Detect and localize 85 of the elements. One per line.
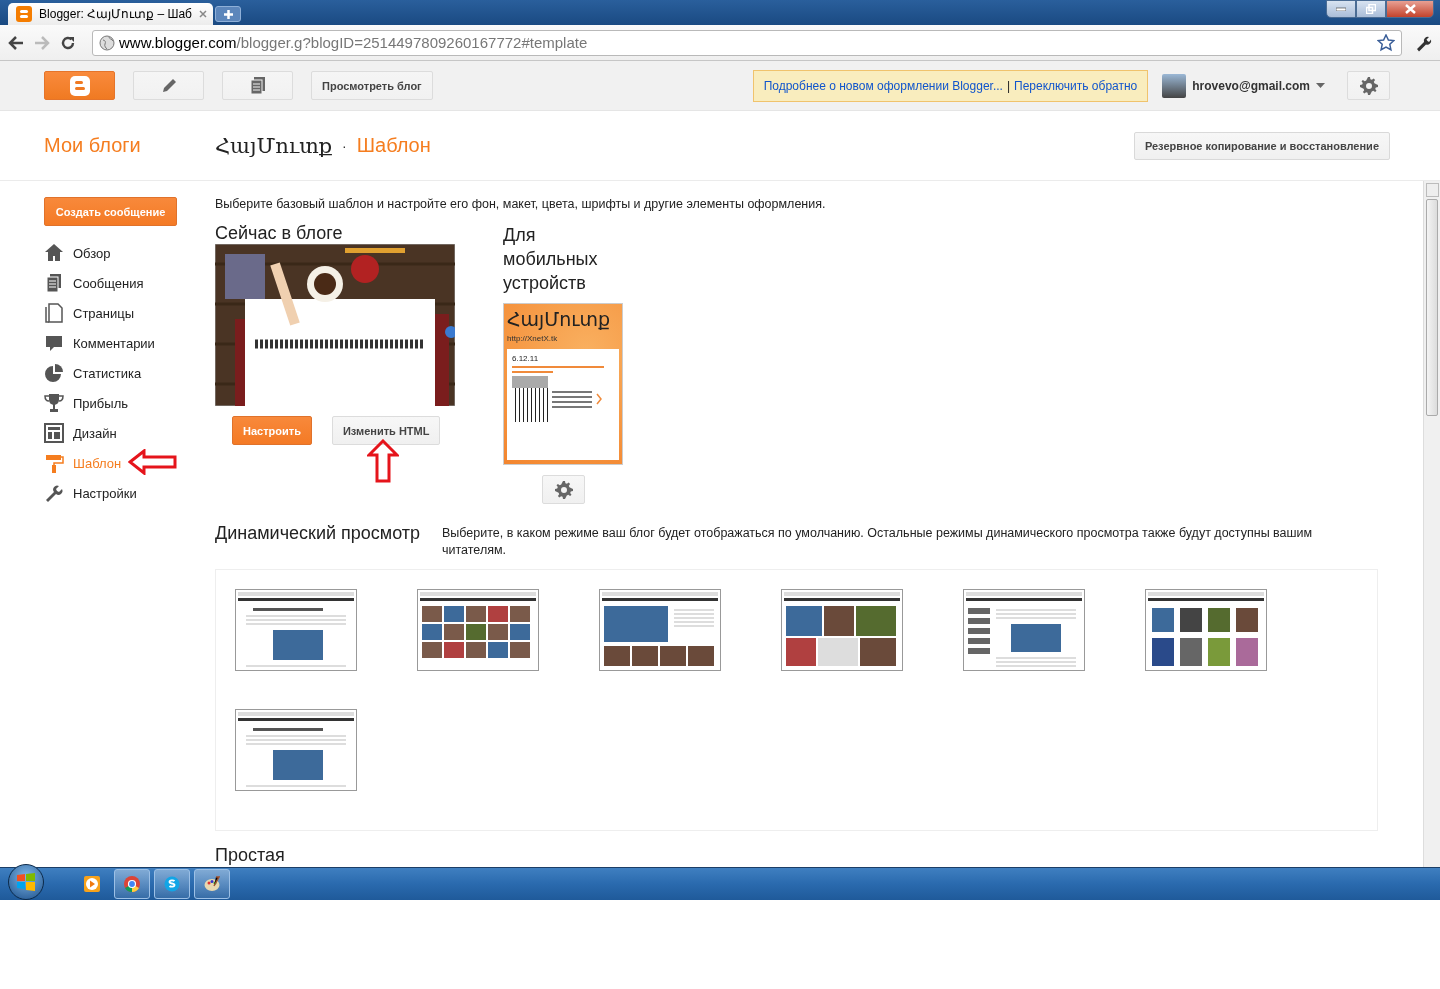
chat-s-logo-icon: [164, 876, 180, 892]
keyboard-picture: [512, 376, 548, 422]
start-button[interactable]: [8, 864, 44, 900]
template-thumbnail[interactable]: [417, 589, 539, 671]
section-heading: Сейчас в блоге: [215, 223, 344, 244]
speech-bubble-icon: [44, 333, 64, 353]
annotation-arrow-drawing: [367, 439, 399, 483]
back-arrow-icon: [8, 35, 24, 50]
edit-html-button[interactable]: Изменить HTML: [331, 416, 441, 445]
sidebar-item[interactable]: Страницы: [44, 298, 135, 328]
browser-tab[interactable]: Blogger: ՀայՄուտք – Шаб: [8, 3, 213, 25]
blog-name[interactable]: ՀայՄուտք: [215, 133, 333, 158]
paint-roller-icon: [44, 453, 64, 473]
home-icon: [44, 243, 64, 263]
play-icon: [84, 876, 100, 892]
mobile-settings-button[interactable]: [542, 475, 585, 504]
preview-date: 6.12.11: [512, 354, 540, 363]
section-heading: Простая: [215, 845, 286, 866]
template-thumbnail[interactable]: [599, 589, 721, 671]
preview-url: http://XnetX.tk: [507, 334, 559, 343]
close-button[interactable]: [1386, 0, 1434, 18]
backup-restore-button[interactable]: Резервное копирование и восстановление: [1133, 131, 1390, 160]
settings-icon: [1359, 76, 1378, 95]
annotation-arrow-drawing: [128, 449, 178, 475]
blogger-home-button[interactable]: [44, 71, 115, 100]
account-email[interactable]: hrovevo@gmail.com: [1192, 78, 1310, 93]
palette-icon: [204, 876, 220, 892]
plus-icon: [223, 9, 233, 19]
template-thumbnail[interactable]: [235, 589, 357, 671]
template-thumbnail[interactable]: [1145, 589, 1267, 671]
view-blog-button[interactable]: Просмотреть блог: [311, 71, 433, 100]
wrench-icon: [44, 483, 64, 503]
sidebar-item[interactable]: Комментарии: [44, 328, 155, 358]
settings-button[interactable]: [1347, 71, 1390, 100]
layout-icon: [44, 423, 64, 443]
caret-icon[interactable]: [1316, 83, 1325, 88]
sidebar-item[interactable]: Прибыль: [44, 388, 128, 418]
blogger-logo-icon: [16, 6, 32, 22]
trophy-icon: [44, 393, 64, 413]
sidebar-item[interactable]: Дизайн: [44, 418, 117, 448]
browser-logo-icon: [124, 876, 140, 892]
reload-icon: [60, 34, 76, 51]
taskbar-app-button[interactable]: [114, 869, 150, 899]
scrollbar[interactable]: [1423, 181, 1440, 867]
preview-blog-title: ՀայՄուտք: [507, 308, 612, 330]
minimize-icon: [1336, 7, 1346, 11]
forward-arrow-icon: [34, 35, 50, 50]
learn-more-link[interactable]: Подробнее о новом оформлении Blogger...: [763, 78, 1003, 93]
sidebar-item[interactable]: Статистика: [44, 358, 142, 388]
close-icon: [1404, 4, 1416, 14]
settings-icon: [554, 480, 573, 499]
restore-icon: [1366, 4, 1376, 14]
separator-text: |: [1006, 78, 1011, 93]
blogger-logo-icon: [69, 75, 90, 96]
posts-button[interactable]: [222, 71, 293, 100]
close-icon: [199, 10, 207, 18]
taskbar-app-button[interactable]: [194, 869, 230, 899]
page-icon: [44, 303, 64, 323]
intro-text: Выберите базовый шаблон и настройте его фон, макет, цвета, шрифты и другие элементы оформления.: [215, 197, 827, 211]
sidebar-item[interactable]: Сообщения: [44, 268, 144, 298]
template-thumbnail[interactable]: [235, 709, 357, 791]
sidebar-item[interactable]: Обзор: [44, 238, 111, 268]
pie-chart-icon: [44, 363, 64, 383]
separator-text: ·: [342, 137, 347, 154]
restore-button[interactable]: [1356, 0, 1386, 18]
document-stack-icon: [249, 76, 266, 95]
section-heading: Динамический просмотр: [215, 522, 420, 544]
globe-icon: [99, 34, 115, 51]
template-thumbnail[interactable]: [963, 589, 1085, 671]
description-text: Выберите, в каком режиме ваш блог будет отображаться по умолчанию. Остальные режимы динамического просмотра также будут доступны вашим читателям.: [442, 525, 1314, 559]
template-thumbnail[interactable]: [781, 589, 903, 671]
sidebar-item[interactable]: Настройки: [44, 478, 137, 508]
address-field[interactable]: www.blogger.com/blogger.g?blogID=2514497809260167772#template: [92, 29, 1402, 56]
new-post-button[interactable]: [133, 71, 204, 100]
section-heading: Для мобильных устройств: [503, 224, 599, 295]
taskbar-app-button[interactable]: [154, 869, 190, 899]
avatar-picture: [1162, 73, 1187, 98]
new-tab-button[interactable]: [215, 6, 241, 22]
windows-logo-icon: [16, 872, 36, 892]
page-title: Шаблон: [356, 134, 431, 157]
document-stack-icon: [44, 273, 64, 293]
switch-back-link[interactable]: Переключить обратно: [1014, 78, 1138, 93]
minimize-button[interactable]: [1326, 0, 1356, 18]
back-button[interactable]: [6, 33, 26, 52]
bookmark-star-icon[interactable]: [1377, 33, 1395, 52]
